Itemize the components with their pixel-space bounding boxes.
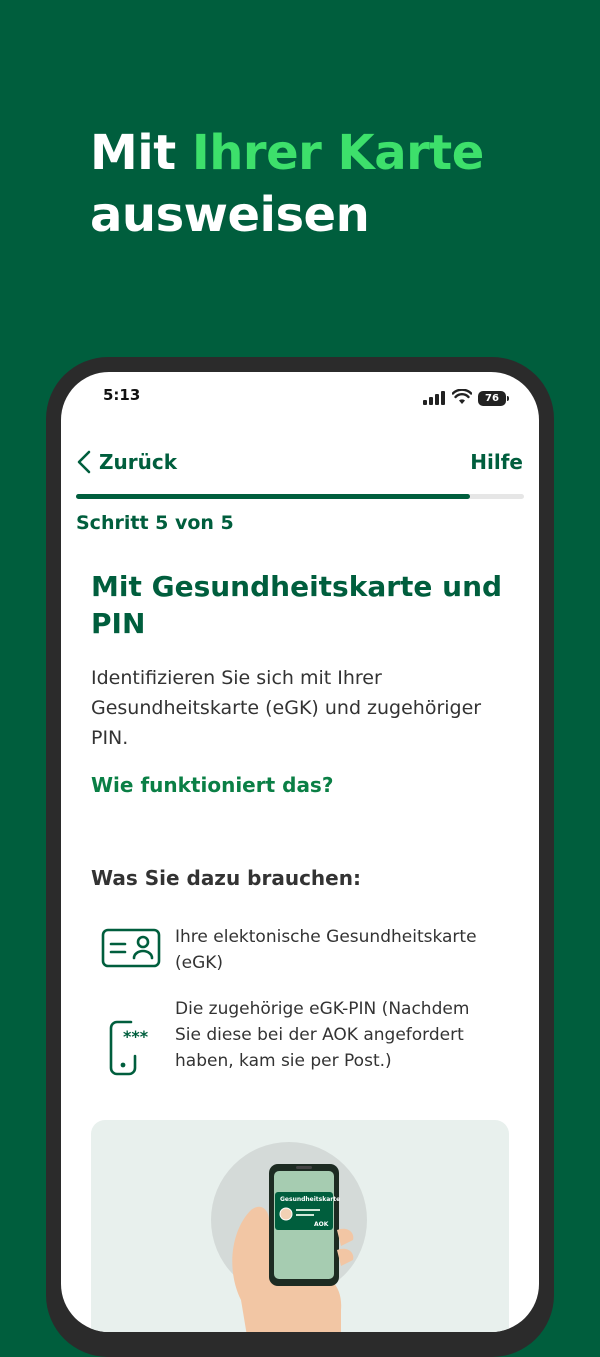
back-button[interactable]: Zurück [77,446,177,478]
phone-card-illustration: Gesundheitskarte AOK [211,1142,367,1332]
status-time: 5:13 [103,386,141,404]
step-label: Schritt 5 von 5 [76,512,234,534]
top-nav: Zurück Hilfe [61,442,539,482]
status-bar: 5:13 76 [61,372,539,422]
headline-part1: Mit [90,125,192,181]
chevron-left-icon [77,450,91,474]
illustration-card-brand: AOK [314,1221,329,1228]
help-button[interactable]: Hilfe [470,446,523,478]
headline-part2: ausweisen [90,187,370,243]
progress-bar [76,494,524,499]
page-title: Mit Gesundheitskarte und PIN [91,570,503,640]
progress-fill [76,494,471,499]
battery-icon: 76 [478,391,506,406]
wifi-icon [452,389,472,404]
phone-pin-icon: *** [109,1020,149,1076]
card-illustration: Gesundheitskarte AOK [91,1120,509,1332]
page-description: Identifizieren Sie sich mit Ihrer Gesund… [91,667,482,749]
illustration-card-title: Gesundheitskarte [280,1196,340,1203]
phone-screen: 5:13 76 Zurück Hilfe Schritt 5 von 5 Mit… [61,372,539,1332]
headline-accent: Ihrer Karte [191,125,484,181]
howto-link[interactable]: Wie funktioniert das? [91,773,333,797]
health-card-icon [101,928,161,968]
need-text-pin: Die zugehörige eGK-PIN (Nachdem Sie dies… [175,999,470,1071]
battery-tip [507,396,509,401]
back-label: Zurück [99,450,177,474]
svg-text:***: *** [123,1027,149,1046]
promo-headline: Mit Ihrer Karte ausweisen [90,122,484,246]
need-text-health-card: Ihre elektonische Gesundheitskarte (eGK) [175,927,477,973]
signal-icon [423,391,445,405]
needs-heading: Was Sie dazu brauchen: [91,866,361,890]
